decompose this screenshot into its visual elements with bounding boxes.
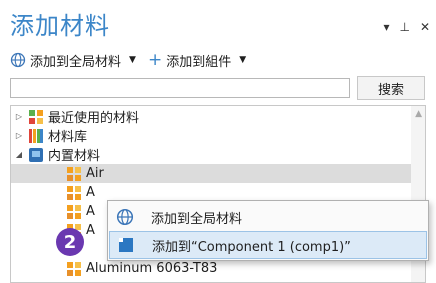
tree-item-label: 材料库 (48, 130, 88, 145)
tree-item-label: A (86, 185, 95, 200)
tree-item-label: Air (86, 166, 104, 181)
menu-item-add-component[interactable]: 添加到“Component 1 (comp1)” (109, 231, 427, 259)
panel-title: 添加材料 (10, 12, 110, 40)
recent-materials-icon (29, 109, 43, 124)
panel-menu-icon[interactable]: ▾ (383, 20, 389, 34)
toolbar: 添加到全局材料 ▼ + 添加到組件 ▼ (10, 50, 246, 70)
add-to-global-materials-button[interactable]: 添加到全局材料 ▼ (10, 51, 136, 70)
close-icon[interactable]: ✕ (420, 20, 430, 34)
tree-item-builtin[interactable]: ◢ 内置材料 (13, 145, 100, 164)
search-input[interactable] (10, 78, 350, 98)
tree-item-material[interactable]: A (63, 202, 95, 221)
globe-icon (116, 208, 134, 226)
tree-item-label: A (86, 223, 95, 238)
tree-item-label: A (86, 204, 95, 219)
material-icon (67, 261, 81, 276)
tree-item-recent[interactable]: ▷ 最近使用的材料 (13, 107, 139, 126)
add-to-global-label: 添加到全局材料 (30, 54, 122, 70)
chevron-down-icon[interactable]: ▼ (129, 55, 136, 65)
tree-item-label: Aluminum 6063-T83 (86, 261, 218, 276)
scroll-up-icon[interactable]: ▲ (415, 109, 422, 119)
step-badge: 2 (56, 228, 84, 256)
menu-item-label: 添加到全局材料 (151, 211, 243, 227)
tree-item-material[interactable]: A (63, 183, 95, 202)
tree-item-label: 最近使用的材料 (48, 111, 140, 126)
collapse-icon[interactable]: ◢ (13, 150, 25, 159)
material-icon (67, 185, 81, 200)
add-to-component-label: 添加到組件 (166, 54, 232, 70)
search-button[interactable]: 搜索 (357, 76, 425, 100)
tree-item-library[interactable]: ▷ 材料库 (13, 126, 87, 145)
chevron-down-icon[interactable]: ▼ (239, 55, 246, 65)
tree-item-air[interactable]: Air (11, 164, 411, 183)
builtin-materials-icon (29, 147, 43, 162)
material-icon (67, 204, 81, 219)
component-icon (119, 238, 133, 252)
window-controls: ▾ ⊥ ✕ (383, 20, 430, 34)
tree-item-aluminum[interactable]: Aluminum 6063-T83 (63, 259, 217, 278)
material-library-icon (29, 128, 43, 143)
expand-icon[interactable]: ▷ (13, 112, 25, 121)
add-to-component-button[interactable]: + 添加到組件 ▼ (148, 51, 246, 70)
expand-icon[interactable]: ▷ (13, 131, 25, 140)
tree-item-label: 内置材料 (48, 149, 101, 164)
globe-icon (10, 52, 26, 68)
menu-item-label: 添加到“Component 1 (comp1)” (152, 239, 351, 255)
menu-item-add-global[interactable]: 添加到全局材料 (109, 203, 427, 231)
pin-icon[interactable]: ⊥ (399, 20, 409, 34)
material-icon (67, 166, 81, 181)
plus-icon: + (147, 50, 163, 70)
context-menu: 添加到全局材料 添加到“Component 1 (comp1)” (107, 200, 429, 261)
